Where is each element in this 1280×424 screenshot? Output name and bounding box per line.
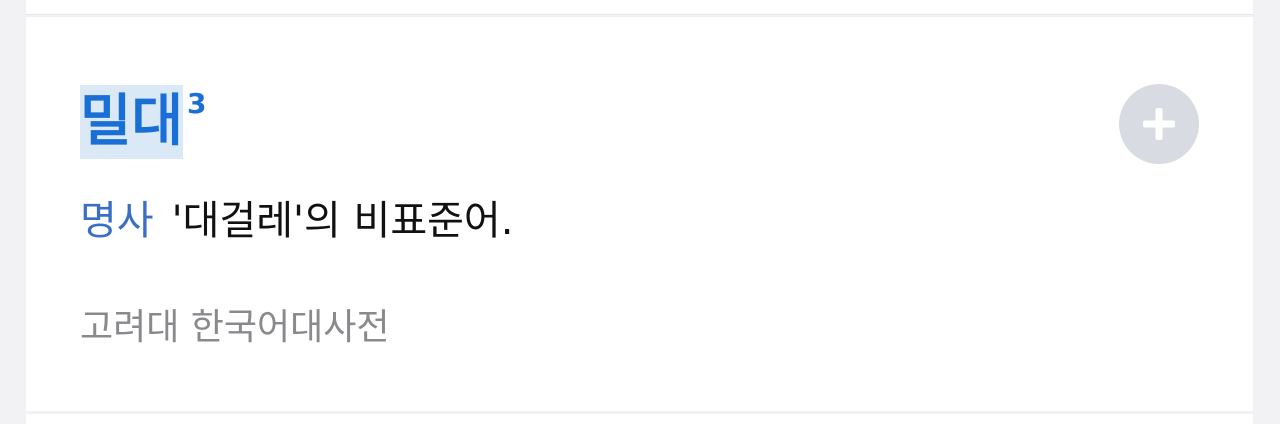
dictionary-entry-card: 밀대 3 명사 '대걸레'의 비표준어. 고려대 한국어대사전 xyxy=(26,17,1253,411)
next-entry-card xyxy=(26,414,1253,424)
previous-entry-card xyxy=(26,0,1253,15)
headword[interactable]: 밀대 xyxy=(80,85,184,159)
homonym-number: 3 xyxy=(187,87,207,120)
definition-row: 명사 '대걸레'의 비표준어. xyxy=(80,193,513,249)
part-of-speech: 명사 xyxy=(80,198,154,244)
plus-icon xyxy=(1143,108,1175,140)
definition-text: '대걸레'의 비표준어. xyxy=(171,198,514,244)
add-to-wordbook-button[interactable] xyxy=(1119,84,1199,164)
headword-row: 밀대 3 xyxy=(80,85,207,159)
page: 밀대 3 명사 '대걸레'의 비표준어. 고려대 한국어대사전 xyxy=(0,0,1280,424)
dictionary-source: 고려대 한국어대사전 xyxy=(80,307,390,348)
